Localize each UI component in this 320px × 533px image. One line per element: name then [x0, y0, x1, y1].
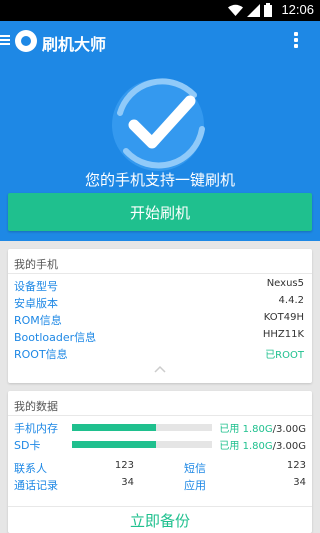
info-row-root: ROOT信息 已ROOT	[14, 346, 304, 362]
stat-call-log: 通话记录 34	[14, 477, 134, 492]
backup-now-button[interactable]: 立即备份	[8, 506, 312, 533]
info-value: HHZ11K	[262, 329, 304, 340]
info-row-rom: ROM信息 KOT49H	[14, 312, 304, 328]
app-logo-icon	[15, 30, 37, 52]
info-label: ROOT信息	[14, 348, 68, 361]
storage-usage: 已用 1.80G/3.00G	[219, 424, 306, 435]
info-label: ROM信息	[14, 314, 62, 327]
wifi-icon	[228, 4, 243, 16]
stat-sms: 短信 123	[184, 460, 306, 475]
info-row-android-version: 安卓版本 4.4.2	[14, 295, 304, 311]
divider	[8, 273, 312, 274]
start-flash-button[interactable]: 开始刷机	[8, 193, 312, 231]
storage-label: 手机内存	[14, 422, 58, 435]
support-message: 您的手机支持一键刷机	[84, 171, 235, 189]
info-row-device-model: 设备型号 Nexus5	[14, 278, 304, 294]
storage-progress-bar	[72, 441, 212, 448]
overflow-icon[interactable]	[294, 32, 298, 50]
info-row-bootloader: Bootloader信息 HHZ11K	[14, 329, 304, 345]
stat-apps: 应用 34	[184, 477, 306, 492]
info-label: 安卓版本	[14, 297, 58, 310]
my-phone-title: 我的手机	[14, 258, 58, 271]
stat-contacts: 联系人 123	[14, 460, 134, 475]
info-value: 4.4.2	[278, 295, 304, 306]
storage-row-sd-card: SD卡 已用 1.80G/3.00G	[14, 437, 306, 453]
storage-usage: 已用 1.80G/3.00G	[219, 441, 306, 452]
info-value: Nexus5	[266, 278, 304, 289]
status-bar: 12:06	[0, 0, 320, 21]
my-phone-card: 我的手机 设备型号 Nexus5 安卓版本 4.4.2 ROM信息 KOT49H…	[8, 249, 312, 383]
signal-icon	[247, 3, 260, 17]
divider	[8, 415, 312, 416]
info-value: 已ROOT	[265, 350, 304, 361]
checkmark-badge-icon	[112, 78, 205, 171]
storage-progress-bar	[72, 424, 212, 431]
my-data-card: 我的数据 手机内存 已用 1.80G/3.00G SD卡 已用 1.80G/3.…	[8, 391, 312, 533]
storage-label: SD卡	[14, 439, 41, 452]
info-value: KOT49H	[263, 312, 304, 323]
chevron-up-icon[interactable]	[154, 365, 166, 373]
my-data-title: 我的数据	[14, 400, 58, 413]
info-label: Bootloader信息	[14, 331, 97, 344]
info-label: 设备型号	[14, 280, 58, 293]
app-bar: 刷机大师	[0, 21, 320, 61]
status-icons	[228, 3, 272, 17]
hamburger-icon[interactable]	[0, 33, 10, 49]
app-title: 刷机大师	[42, 35, 107, 54]
battery-icon	[264, 3, 272, 17]
storage-row-phone-memory: 手机内存 已用 1.80G/3.00G	[14, 420, 306, 436]
clock: 12:06	[281, 2, 314, 17]
